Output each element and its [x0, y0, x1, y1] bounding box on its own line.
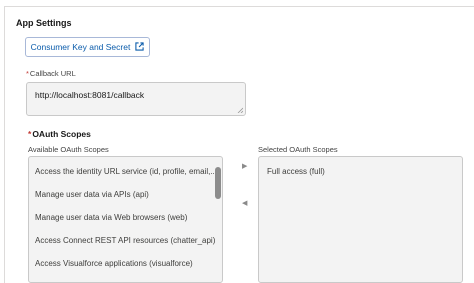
- callback-url-label-text: Callback URL: [29, 69, 76, 78]
- required-mark: *: [28, 129, 32, 139]
- available-scopes-listbox[interactable]: Access the identity URL service (id, pro…: [28, 156, 223, 283]
- add-scope-arrow-icon[interactable]: ▶: [242, 162, 247, 170]
- callback-url-label: *Callback URL: [26, 69, 76, 78]
- list-item[interactable]: Access Connect REST API resources (chatt…: [35, 236, 215, 245]
- selected-scopes-listbox[interactable]: Full access (full): [258, 156, 463, 283]
- oauth-scopes-title-text: OAuth Scopes: [32, 129, 91, 139]
- section-title: App Settings: [16, 18, 72, 28]
- selected-scopes-label: Selected OAuth Scopes: [258, 145, 338, 154]
- scrollbar-thumb[interactable]: [215, 167, 221, 199]
- callback-url-value: http://localhost:8081/callback: [35, 90, 145, 100]
- callback-url-input[interactable]: http://localhost:8081/callback: [26, 82, 246, 116]
- required-mark: *: [26, 69, 29, 78]
- list-item[interactable]: Manage user data via APIs (api): [35, 190, 149, 199]
- available-scopes-label: Available OAuth Scopes: [28, 145, 109, 154]
- consumer-key-secret-button[interactable]: Consumer Key and Secret: [25, 37, 150, 57]
- list-item[interactable]: Access the identity URL service (id, pro…: [35, 167, 217, 176]
- external-link-icon: [135, 41, 144, 53]
- list-item[interactable]: Manage user data via Web browsers (web): [35, 213, 187, 222]
- oauth-scopes-title: *OAuth Scopes: [28, 129, 91, 139]
- list-item[interactable]: Access Visualforce applications (visualf…: [35, 259, 193, 268]
- list-item[interactable]: Full access (full): [267, 167, 325, 176]
- consumer-key-secret-label: Consumer Key and Secret: [30, 42, 131, 52]
- remove-scope-arrow-icon[interactable]: ◀: [242, 199, 247, 207]
- resize-grip-icon[interactable]: [237, 107, 243, 113]
